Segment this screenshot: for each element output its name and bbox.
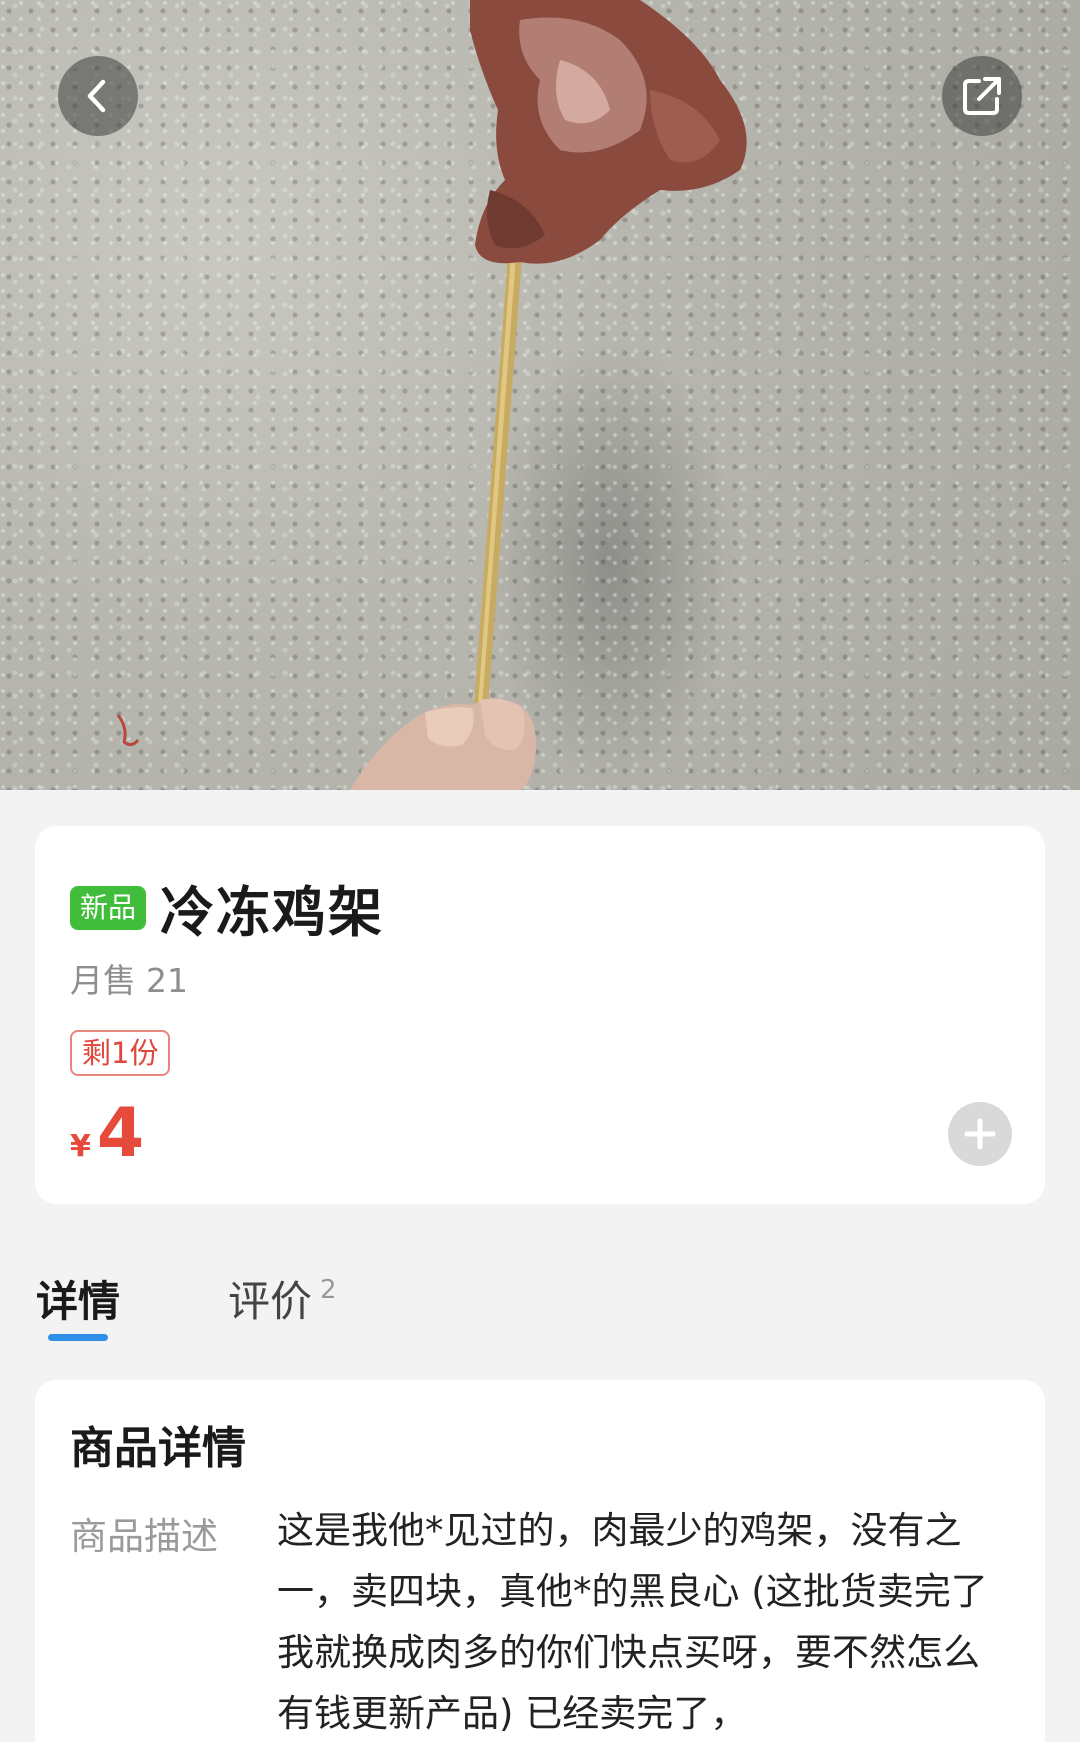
details-heading: 商品详情 — [70, 1423, 246, 1474]
monthly-sales: 月售 21 — [70, 954, 188, 1002]
tab-bar: 详情 评价 2 — [0, 1268, 1080, 1348]
add-to-cart-button[interactable] — [948, 1102, 1012, 1166]
description-text: 这是我他*见过的，肉最少的鸡架，没有之一，卖四块，真他*的黑良心 (这批货卖完了… — [277, 1509, 988, 1735]
product-title: 冷冻鸡架 — [160, 881, 385, 944]
price-amount: 4 — [96, 1094, 145, 1173]
description-label: 商品描述 — [70, 1515, 218, 1558]
share-button[interactable] — [942, 56, 1022, 136]
sales-label: 月售 — [70, 961, 136, 1000]
title-row: 新品 冷冻鸡架 — [70, 868, 384, 947]
chevron-left-icon — [87, 79, 106, 113]
stock-remaining-badge: 剩1份 — [70, 1030, 171, 1076]
tab-reviews[interactable]: 评价 2 — [228, 1268, 337, 1329]
product-photo[interactable] — [0, 0, 1080, 790]
sales-count: 21 — [146, 961, 188, 1000]
new-badge: 新品 — [70, 885, 147, 930]
product-details-card: 商品详情 商品描述 这是我他*见过的，肉最少的鸡架，没有之一，卖四块，真他*的黑… — [35, 1380, 1045, 1742]
product-info-card: 新品 冷冻鸡架 月售 21 剩1份 ¥ 4 — [35, 826, 1045, 1204]
reviews-count: 2 — [320, 1275, 337, 1305]
chicken-skewer-image — [116, 0, 747, 790]
tab-reviews-label: 评价 — [228, 1277, 313, 1326]
back-button[interactable] — [58, 56, 138, 136]
currency-symbol: ¥ — [70, 1129, 91, 1164]
active-tab-indicator — [48, 1334, 108, 1341]
price: ¥ 4 — [70, 1094, 144, 1173]
plus-icon — [964, 1118, 996, 1150]
tab-details[interactable]: 详情 — [36, 1268, 120, 1329]
share-external-icon — [963, 77, 1001, 115]
